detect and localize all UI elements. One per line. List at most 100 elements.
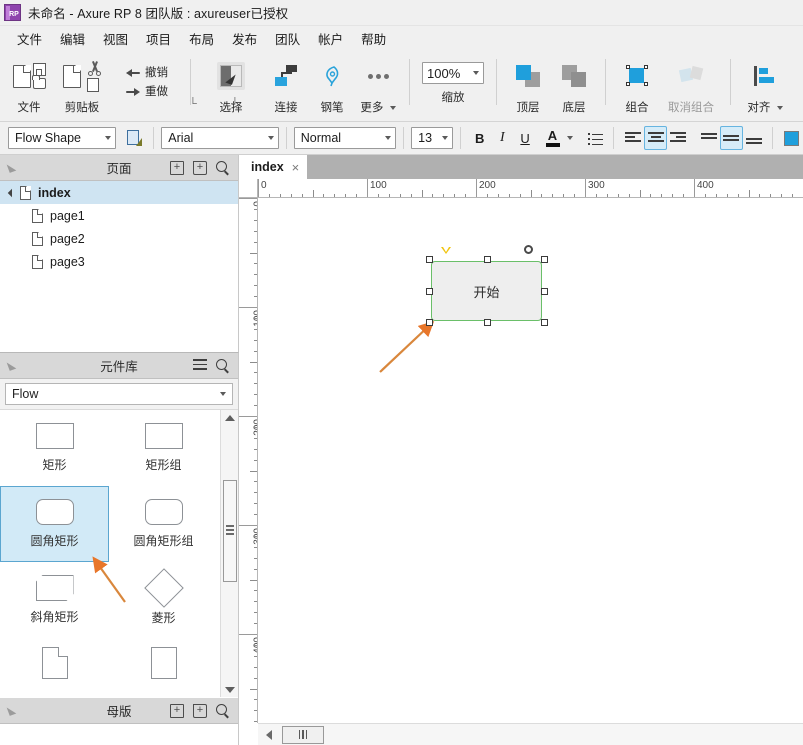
font-color-dropdown[interactable]: [563, 126, 576, 150]
widget-library-select[interactable]: Flow: [5, 383, 233, 405]
collapse-icon[interactable]: [7, 360, 19, 372]
menu-item-team[interactable]: 团队: [266, 27, 309, 50]
chevron-expanded-icon[interactable]: [8, 188, 16, 196]
pages-tree: index page1 page2 page3: [0, 181, 238, 273]
scroll-down-button[interactable]: [221, 682, 238, 697]
select-cursor-icon: [220, 65, 242, 87]
ungroup-button[interactable]: 取消组合: [660, 53, 722, 115]
italic-button[interactable]: I: [491, 126, 514, 150]
font-color-button[interactable]: A: [542, 126, 563, 150]
menu-item-project[interactable]: 项目: [137, 27, 180, 50]
tree-item-page2[interactable]: page2: [0, 227, 238, 250]
canvas-area: index × 0100200300400 0100200300400: [239, 155, 803, 745]
file-button[interactable]: 文件: [6, 53, 52, 115]
widget-item-rect[interactable]: 矩形: [0, 410, 109, 486]
resize-handle-nw[interactable]: [426, 256, 433, 263]
menu-item-file[interactable]: 文件: [8, 27, 51, 50]
align-right-button[interactable]: [667, 126, 690, 150]
resize-handle-se[interactable]: [541, 319, 548, 326]
widget-item-bevel-rect[interactable]: 斜角矩形: [0, 562, 109, 638]
widget-item-rounded-rect-group[interactable]: 圆角矩形组: [109, 486, 218, 562]
font-family-select[interactable]: Arial: [161, 127, 278, 149]
tree-item-page3[interactable]: page3: [0, 250, 238, 273]
resize-handle-w[interactable]: [426, 288, 433, 295]
ruler-tick: [250, 689, 257, 690]
align-left-button[interactable]: [621, 126, 644, 150]
widget-item-rounded-rect[interactable]: 圆角矩形: [0, 486, 109, 562]
add-page-icon[interactable]: [170, 161, 184, 175]
menu-icon[interactable]: [193, 359, 207, 370]
bold-button[interactable]: B: [468, 126, 491, 150]
menu-item-account[interactable]: 帐户: [309, 27, 352, 50]
scrollbar-thumb[interactable]: [282, 726, 324, 744]
resize-handle-ne[interactable]: [541, 256, 548, 263]
menu-item-view[interactable]: 视图: [94, 27, 137, 50]
align-center-button[interactable]: [644, 126, 667, 150]
search-icon[interactable]: [216, 359, 229, 372]
menu-item-publish[interactable]: 发布: [223, 27, 266, 50]
collapse-icon[interactable]: [7, 705, 19, 717]
bring-front-button[interactable]: 顶层: [505, 53, 551, 115]
rotate-handle[interactable]: [524, 245, 533, 254]
tree-item-page1[interactable]: page1: [0, 204, 238, 227]
ruler-tick: [239, 307, 257, 308]
chevron-down-icon: [390, 106, 396, 110]
more-tools-button[interactable]: 更多: [355, 53, 401, 115]
font-weight-value: Normal: [301, 131, 341, 145]
connect-tool-button[interactable]: 连接: [263, 53, 309, 115]
send-back-button[interactable]: 底层: [551, 53, 597, 115]
add-folder-icon[interactable]: [193, 704, 207, 718]
font-weight-select[interactable]: Normal: [294, 127, 396, 149]
style-select[interactable]: Flow Shape: [8, 127, 116, 149]
undo-button[interactable]: 撤销: [126, 62, 168, 81]
valign-bottom-button[interactable]: [743, 126, 766, 150]
close-icon[interactable]: ×: [292, 160, 300, 175]
search-icon[interactable]: [216, 704, 229, 717]
valign-middle-button[interactable]: [720, 126, 743, 150]
flow-shape-start[interactable]: 开始: [431, 261, 542, 321]
menu-item-edit[interactable]: 编辑: [51, 27, 94, 50]
resize-handle-n[interactable]: [484, 256, 491, 263]
fill-color-button[interactable]: [780, 126, 803, 150]
font-size-select[interactable]: 13: [411, 127, 453, 149]
search-icon[interactable]: [216, 161, 229, 174]
valign-top-button[interactable]: [697, 126, 720, 150]
tab-label: index: [251, 160, 284, 174]
resize-handle-e[interactable]: [541, 288, 548, 295]
underline-button[interactable]: U: [514, 126, 537, 150]
canvas-surface[interactable]: 开始: [258, 198, 803, 723]
clipboard-button[interactable]: 剪贴板: [52, 53, 112, 115]
bullet-list-button[interactable]: [584, 126, 607, 150]
add-master-icon[interactable]: [170, 704, 184, 718]
scrollbar-thumb[interactable]: [223, 480, 237, 582]
tab-index[interactable]: index ×: [239, 155, 307, 179]
zoom-control[interactable]: 100% 缩放: [418, 53, 488, 105]
redo-button[interactable]: 重做: [126, 81, 168, 100]
ruler-tick: [254, 351, 257, 352]
widget-list-scrollbar[interactable]: [220, 410, 238, 697]
menu-item-help[interactable]: 帮助: [352, 27, 395, 50]
zoom-select[interactable]: 100%: [422, 62, 484, 84]
widget-item-rect-group[interactable]: 矩形组: [109, 410, 218, 486]
style-edit-button[interactable]: [124, 126, 147, 150]
footnote-marker-icon[interactable]: [441, 247, 451, 254]
scroll-left-button[interactable]: [258, 730, 280, 740]
resize-handle-sw[interactable]: [426, 319, 433, 326]
add-folder-icon[interactable]: [193, 161, 207, 175]
align-button[interactable]: 对齐: [739, 53, 791, 115]
format-divider-1: [153, 127, 154, 149]
tree-item-index[interactable]: index: [0, 181, 238, 204]
widget-item-page-group[interactable]: [109, 638, 218, 697]
paste-icon: [63, 65, 81, 88]
widget-item-page[interactable]: [0, 638, 109, 697]
toolbar-group-align: 对齐: [739, 53, 791, 119]
pen-tool-button[interactable]: 钢笔: [309, 53, 355, 115]
widget-library-value: Flow: [12, 387, 38, 401]
menu-item-layout[interactable]: 布局: [180, 27, 223, 50]
resize-handle-s[interactable]: [484, 319, 491, 326]
group-button[interactable]: 组合: [614, 53, 660, 115]
scroll-up-button[interactable]: [221, 410, 238, 425]
collapse-icon[interactable]: [7, 162, 19, 174]
widget-item-diamond[interactable]: 菱形: [109, 562, 218, 638]
canvas-horizontal-scrollbar[interactable]: [258, 723, 803, 745]
